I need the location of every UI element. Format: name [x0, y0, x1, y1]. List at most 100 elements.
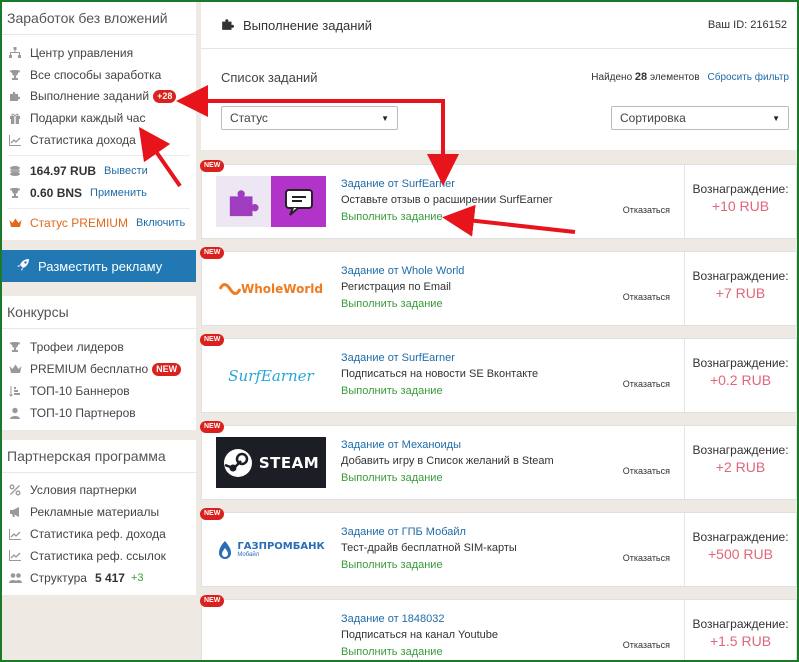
sidebar-item-label: Статистика дохода [30, 133, 136, 148]
task-name-link[interactable]: Задание от Механоиды [341, 437, 684, 453]
task-name-link[interactable]: Задание от SurfEarner [341, 176, 684, 192]
trophy-icon [8, 187, 22, 199]
decline-task-link[interactable]: Отказаться [623, 553, 670, 563]
balance-rub-row: 164.97 RUB Вывести [2, 160, 196, 182]
structure-delta: +3 [130, 571, 144, 584]
caret-down-icon: ▼ [772, 113, 780, 123]
structure-count: 5 417 [94, 570, 125, 585]
decline-task-link[interactable]: Отказаться [623, 205, 670, 215]
enable-premium-link[interactable]: Включить [136, 217, 185, 229]
task-logo: ГАЗПРОМБАНК Мобайл [216, 524, 326, 575]
reward-value: +2 RUB [715, 459, 766, 475]
task-logo: SurfEarner [216, 350, 326, 401]
decline-task-link[interactable]: Отказаться [623, 379, 670, 389]
reward-label: Вознаграждение: [692, 617, 789, 631]
sidebar-item-premium-free[interactable]: PREMIUM бесплатно NEW [2, 358, 196, 380]
sidebar-item-leader-trophies[interactable]: Трофеи лидеров [2, 336, 196, 358]
reward-value: +0.2 RUB [709, 372, 772, 388]
wholeworld-logo-text: WholeWorld [241, 281, 323, 296]
sidebar-item-partner-terms[interactable]: Условия партнерки [2, 480, 196, 502]
task-name-link[interactable]: Задание от SurfEarner [341, 350, 684, 366]
task-list-title: Список заданий [221, 69, 318, 85]
sidebar-item-gifts[interactable]: Подарки каждый час [2, 107, 196, 129]
reward-value: +7 RUB [715, 285, 766, 301]
partner-panel-title: Партнерская программа [2, 440, 196, 473]
task-logo [216, 176, 326, 227]
found-suffix: элементов [649, 72, 700, 83]
place-ad-label: Разместить рекламу [38, 258, 163, 274]
reward-value: +500 RUB [708, 546, 773, 562]
found-count: 28 [634, 71, 648, 83]
task-name-link[interactable]: Задание от Whole World [341, 263, 684, 279]
task-reward: Вознаграждение: +2 RUB [684, 426, 796, 499]
sidebar-item-ref-income-stats[interactable]: Статистика реф. дохода [2, 523, 196, 545]
sidebar-item-ad-materials[interactable]: Рекламные материалы [2, 501, 196, 523]
coins-icon [8, 165, 22, 177]
apply-link[interactable]: Применить [90, 187, 147, 199]
gazprombank-logo-subtext: Мобайл [237, 552, 260, 558]
reward-value: +10 RUB [711, 198, 770, 214]
percent-icon [8, 484, 22, 496]
surfearner-logo-text: SurfEarner [228, 366, 314, 385]
status-select-value: Статус [230, 111, 268, 125]
task-name-link[interactable]: Задание от 1848032 [341, 611, 684, 627]
tasks-count-badge: +28 [153, 89, 177, 103]
earn-panel: Заработок без вложений Центр управления … [2, 2, 196, 241]
user-icon [8, 407, 22, 419]
earn-panel-title: Заработок без вложений [2, 2, 196, 35]
sidebar-item-structure[interactable]: Структура 5 417 +3 [2, 567, 196, 589]
task-list: NEW Задание от SurfEarner Оставьте отзыв… [200, 150, 797, 662]
task-filters: Список заданий Найдено 28 элементов Сбро… [201, 49, 797, 150]
sidebar-item-income-stats[interactable]: Статистика дохода [2, 129, 196, 151]
gazprombank-flame-icon [219, 540, 232, 559]
user-id: Ваш ID: 216152 [707, 19, 787, 31]
found-prefix: Найдено [591, 72, 633, 83]
status-select[interactable]: Статус ▼ [221, 106, 398, 130]
reward-label: Вознаграждение: [692, 530, 789, 544]
page-header: Выполнение заданий Ваш ID: 216152 [201, 2, 797, 49]
reset-filter-link[interactable]: Сбросить фильтр [708, 72, 789, 83]
sidebar-item-label: Подарки каждый час [30, 111, 146, 126]
puzzle-icon [221, 17, 235, 34]
withdraw-link[interactable]: Вывести [104, 165, 148, 177]
sort-list-icon [8, 385, 22, 397]
premium-status: Статус PREMIUM [30, 216, 128, 231]
task-logo: STEAM [216, 437, 326, 488]
task-card: NEW SurfEarner Задание от SurfEarner Под… [200, 334, 797, 413]
sidebar-item-label: Центр управления [30, 45, 134, 60]
sidebar-item-all-earnings[interactable]: Все способы заработка [2, 64, 196, 86]
sidebar-item-tasks[interactable]: Выполнение заданий +28 [2, 86, 196, 108]
partner-panel: Партнерская программа Условия партнерки … [2, 439, 196, 595]
new-badge: NEW [200, 160, 225, 172]
sidebar-item-top10-banners[interactable]: ТОП-10 Баннеров [2, 380, 196, 402]
sidebar-item-dashboard[interactable]: Центр управления [2, 42, 196, 64]
task-card: NEW Задание от SurfEarner Оставьте отзыв… [200, 160, 797, 239]
crown-icon [8, 217, 22, 229]
chart-icon [8, 134, 22, 146]
sidebar-item-label: PREMIUM бесплатно [30, 362, 149, 377]
task-reward: Вознаграждение: +0.2 RUB [684, 339, 796, 412]
sidebar-item-ref-links-stats[interactable]: Статистика реф. ссылок [2, 545, 196, 567]
task-reward: Вознаграждение: +500 RUB [684, 513, 796, 586]
task-card: NEW WholeWorld Задание от Whole World Ре… [200, 247, 797, 326]
task-card: NEW STEAM Задание от Механоиды Добавить … [200, 421, 797, 500]
sort-select[interactable]: Сортировка ▼ [611, 106, 789, 130]
sidebar-item-top10-partners[interactable]: ТОП-10 Партнеров [2, 402, 196, 424]
balance-bns-row: 0.60 BNS Применить [2, 182, 196, 204]
puzzle-icon [216, 176, 271, 227]
premium-row: Статус PREMIUM Включить [2, 213, 196, 235]
reward-value: +1.5 RUB [709, 633, 772, 649]
decline-task-link[interactable]: Отказаться [623, 640, 670, 650]
sidebar: Заработок без вложений Центр управления … [2, 2, 196, 605]
decline-task-link[interactable]: Отказаться [623, 292, 670, 302]
divider [8, 154, 190, 156]
wholeworld-logo-icon [219, 282, 242, 295]
place-ad-button[interactable]: Разместить рекламу [2, 250, 196, 283]
decline-task-link[interactable]: Отказаться [623, 466, 670, 476]
reward-label: Вознаграждение: [692, 269, 789, 283]
task-name-link[interactable]: Задание от ГПБ Мобайл [341, 524, 684, 540]
task-card: NEW ГАЗПРОМБАНК Мобайл Задание от ГПБ Мо… [200, 508, 797, 587]
reward-label: Вознаграждение: [692, 356, 789, 370]
sidebar-item-label: Рекламные материалы [30, 505, 160, 520]
puzzle-icon [8, 90, 22, 102]
